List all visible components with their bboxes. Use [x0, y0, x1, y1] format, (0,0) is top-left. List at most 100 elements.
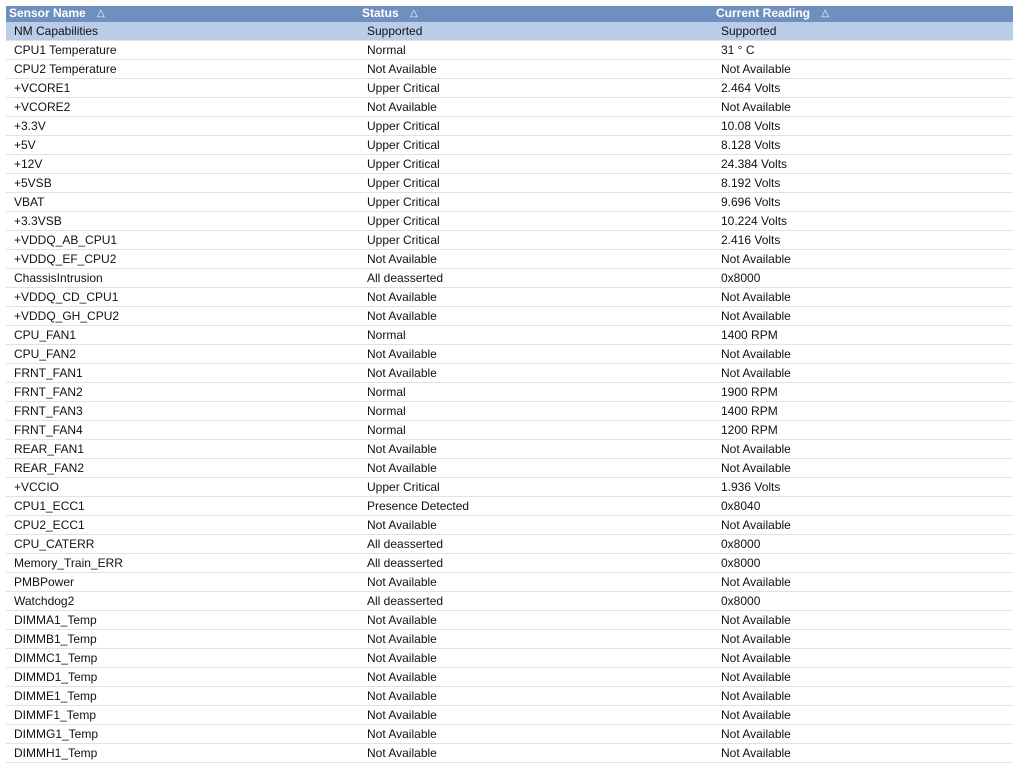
table-row[interactable]: DIMME1_Temp Not Available Not Available [6, 686, 1013, 706]
status-cell: Not Available [359, 249, 713, 269]
sensor-name-cell: CPU1 Temperature [6, 40, 359, 60]
status-cell: Normal [359, 401, 713, 421]
table-row[interactable]: +VDDQ_EF_CPU2 Not Available Not Available [6, 249, 1013, 269]
sensor-name-cell: DIMMC1_Temp [6, 648, 359, 668]
current-reading-cell: 0x8000 [713, 553, 1013, 573]
sort-ascending-icon[interactable]: △ [821, 7, 829, 21]
sensor-name-cell: CPU_FAN1 [6, 325, 359, 345]
current-reading-cell: 8.192 Volts [713, 173, 1013, 193]
current-reading-cell: Supported [713, 22, 1013, 41]
table-row[interactable]: CPU_FAN2 Not Available Not Available [6, 344, 1013, 364]
table-row[interactable]: FRNT_FAN1 Not Available Not Available [6, 363, 1013, 383]
current-reading-cell: Not Available [713, 743, 1013, 763]
sort-ascending-icon[interactable]: △ [97, 7, 105, 21]
status-cell: Not Available [359, 97, 713, 117]
status-cell: Upper Critical [359, 154, 713, 174]
table-row[interactable]: +VDDQ_GH_CPU2 Not Available Not Available [6, 306, 1013, 326]
table-row[interactable]: +5V Upper Critical 8.128 Volts [6, 135, 1013, 155]
sensor-name-cell: CPU_CATERR [6, 534, 359, 554]
table-row[interactable]: +VCORE1 Upper Critical 2.464 Volts [6, 78, 1013, 98]
table-row[interactable]: DIMMA1_Temp Not Available Not Available [6, 610, 1013, 630]
table-row[interactable]: +VDDQ_AB_CPU1 Upper Critical 2.416 Volts [6, 230, 1013, 250]
table-row[interactable]: CPU1 Temperature Normal 31 ° C [6, 40, 1013, 60]
current-reading-cell: Not Available [713, 344, 1013, 364]
sensor-table-container: Sensor Name △ Status △ Current Reading △… [6, 6, 1013, 763]
table-row[interactable]: REAR_FAN1 Not Available Not Available [6, 439, 1013, 459]
table-row[interactable]: VBAT Upper Critical 9.696 Volts [6, 192, 1013, 212]
table-row[interactable]: PMBPower Not Available Not Available [6, 572, 1013, 592]
table-row[interactable]: ChassisIntrusion All deasserted 0x8000 [6, 268, 1013, 288]
sensor-name-cell: DIMMG1_Temp [6, 724, 359, 744]
table-row[interactable]: CPU2_ECC1 Not Available Not Available [6, 515, 1013, 535]
table-row[interactable]: +12V Upper Critical 24.384 Volts [6, 154, 1013, 174]
status-cell: Normal [359, 40, 713, 60]
sort-ascending-icon[interactable]: △ [410, 7, 418, 21]
sensor-name-cell: +5V [6, 135, 359, 155]
current-reading-cell: 31 ° C [713, 40, 1013, 60]
status-cell: Upper Critical [359, 135, 713, 155]
table-row[interactable]: CPU1_ECC1 Presence Detected 0x8040 [6, 496, 1013, 516]
current-reading-cell: Not Available [713, 363, 1013, 383]
status-cell: Not Available [359, 572, 713, 592]
table-row[interactable]: DIMMC1_Temp Not Available Not Available [6, 648, 1013, 668]
sensor-name-cell: VBAT [6, 192, 359, 212]
current-reading-cell: 10.224 Volts [713, 211, 1013, 231]
column-header-sensor-name[interactable]: Sensor Name △ [6, 6, 359, 22]
table-row[interactable]: +5VSB Upper Critical 8.192 Volts [6, 173, 1013, 193]
current-reading-cell: 0x8000 [713, 268, 1013, 288]
table-row[interactable]: Memory_Train_ERR All deasserted 0x8000 [6, 553, 1013, 573]
status-cell: Normal [359, 325, 713, 345]
current-reading-cell: 1900 RPM [713, 382, 1013, 402]
sensor-name-cell: Memory_Train_ERR [6, 553, 359, 573]
status-cell: Not Available [359, 629, 713, 649]
table-row[interactable]: CPU_FAN1 Normal 1400 RPM [6, 325, 1013, 345]
status-cell: Upper Critical [359, 173, 713, 193]
column-header-current-reading[interactable]: Current Reading △ [713, 6, 1013, 22]
column-header-label: Status [362, 6, 399, 20]
table-row[interactable]: REAR_FAN2 Not Available Not Available [6, 458, 1013, 478]
current-reading-cell: Not Available [713, 686, 1013, 706]
status-cell: Not Available [359, 287, 713, 307]
table-row[interactable]: +VDDQ_CD_CPU1 Not Available Not Available [6, 287, 1013, 307]
current-reading-cell: 1200 RPM [713, 420, 1013, 440]
table-row[interactable]: FRNT_FAN3 Normal 1400 RPM [6, 401, 1013, 421]
sensor-name-cell: +VDDQ_EF_CPU2 [6, 249, 359, 269]
table-row[interactable]: +VCCIO Upper Critical 1.936 Volts [6, 477, 1013, 497]
sensor-name-cell: +3.3VSB [6, 211, 359, 231]
sensor-name-cell: +3.3V [6, 116, 359, 136]
current-reading-cell: 0x8000 [713, 534, 1013, 554]
column-header-status[interactable]: Status △ [359, 6, 713, 22]
table-row[interactable]: DIMMG1_Temp Not Available Not Available [6, 724, 1013, 744]
table-row[interactable]: DIMMD1_Temp Not Available Not Available [6, 667, 1013, 687]
table-row[interactable]: Watchdog2 All deasserted 0x8000 [6, 591, 1013, 611]
table-row[interactable]: +3.3VSB Upper Critical 10.224 Volts [6, 211, 1013, 231]
table-row[interactable]: FRNT_FAN4 Normal 1200 RPM [6, 420, 1013, 440]
current-reading-cell: Not Available [713, 306, 1013, 326]
current-reading-cell: Not Available [713, 667, 1013, 687]
status-cell: Not Available [359, 648, 713, 668]
table-row[interactable]: NM Capabilities Supported Supported [6, 22, 1013, 41]
current-reading-cell: 24.384 Volts [713, 154, 1013, 174]
sensor-name-cell: DIMME1_Temp [6, 686, 359, 706]
table-header-row: Sensor Name △ Status △ Current Reading △ [6, 6, 1013, 22]
table-body: NM Capabilities Supported Supported CPU1 Te… [6, 22, 1013, 763]
status-cell: Upper Critical [359, 192, 713, 212]
status-cell: Not Available [359, 667, 713, 687]
table-row[interactable]: DIMMB1_Temp Not Available Not Available [6, 629, 1013, 649]
status-cell: Not Available [359, 515, 713, 535]
sensor-name-cell: ChassisIntrusion [6, 268, 359, 288]
status-cell: Not Available [359, 59, 713, 79]
sensor-name-cell: +5VSB [6, 173, 359, 193]
current-reading-cell: 2.416 Volts [713, 230, 1013, 250]
sensor-name-cell: DIMMH1_Temp [6, 743, 359, 763]
table-row[interactable]: FRNT_FAN2 Normal 1900 RPM [6, 382, 1013, 402]
table-row[interactable]: +3.3V Upper Critical 10.08 Volts [6, 116, 1013, 136]
table-row[interactable]: DIMMH1_Temp Not Available Not Available [6, 743, 1013, 763]
sensor-name-cell: PMBPower [6, 572, 359, 592]
table-row[interactable]: CPU_CATERR All deasserted 0x8000 [6, 534, 1013, 554]
table-row[interactable]: CPU2 Temperature Not Available Not Availab… [6, 59, 1013, 79]
current-reading-cell: Not Available [713, 439, 1013, 459]
current-reading-cell: Not Available [713, 705, 1013, 725]
table-row[interactable]: +VCORE2 Not Available Not Available [6, 97, 1013, 117]
table-row[interactable]: DIMMF1_Temp Not Available Not Available [6, 705, 1013, 725]
